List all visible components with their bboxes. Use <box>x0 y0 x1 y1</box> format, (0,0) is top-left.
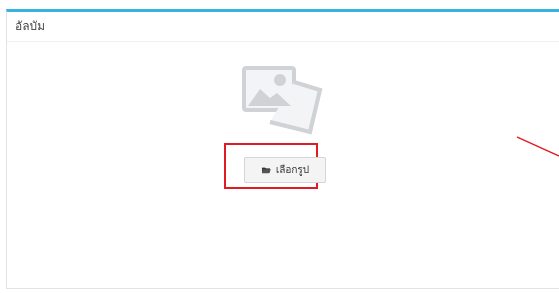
choose-image-button-label: เลือกรูป <box>275 164 310 176</box>
viewport: อัลบัม เลือกรูป <box>0 0 559 293</box>
panel-title: อัลบัม <box>15 19 46 33</box>
folder-open-icon <box>261 167 271 174</box>
choose-image-button[interactable]: เลือกรูป <box>244 157 326 183</box>
image-placeholder-icon <box>242 66 323 135</box>
panel-header: อัลบัม <box>7 12 559 42</box>
